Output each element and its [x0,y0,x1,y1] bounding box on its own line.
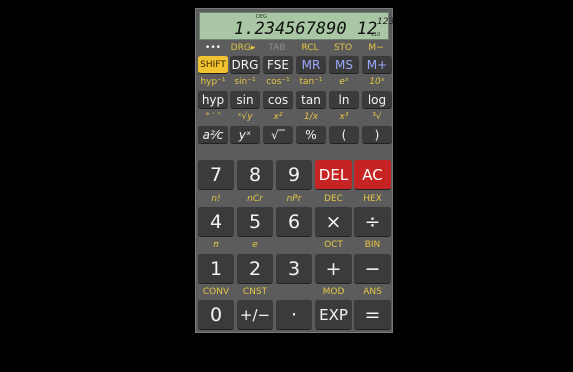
digit-1-button[interactable]: 1 [198,253,234,284]
digit-6-button[interactable]: 6 [276,206,312,237]
cos-button[interactable]: cos [263,90,293,109]
hyp-button[interactable]: hyp [198,90,228,109]
calculator: DEG 1.234567890 12 123 x10 ••• DRG▸ TAB … [195,8,394,333]
sqrt-button[interactable]: √‾ [263,125,293,144]
label-x-cubed: x³ [339,112,349,122]
label-dms: ° ′ ″ [205,112,221,122]
fse-button[interactable]: FSE [263,55,293,74]
label-bin: BIN [364,240,381,250]
label-cube-root: ³√ [372,112,382,122]
minus-button[interactable]: − [354,253,391,284]
percent-button[interactable]: % [296,125,326,144]
divide-button[interactable]: ÷ [354,206,391,237]
label-ten-pow: 10ˣ [369,77,385,87]
lcd-display: DEG 1.234567890 12 123 x10 [199,12,394,40]
label-ncr: nCr [247,194,263,204]
digit-2-button[interactable]: 2 [237,253,273,284]
label-ans: ANS [363,287,382,297]
label-atan: tan⁻¹ [299,77,323,87]
power-button[interactable]: yˣ [230,125,260,144]
label-xroot: ˣ√y [237,112,253,122]
label-x-squared: x² [273,112,283,122]
label-mod: MOD [322,287,345,297]
label-hex: HEX [363,194,382,204]
label-pi: π [213,240,219,250]
label-reciprocal: 1/x [303,112,319,122]
del-button[interactable]: DEL [315,159,352,190]
display-exponent: 123 [377,17,395,27]
close-paren-button[interactable]: ) [362,125,392,144]
label-oct: OCT [324,240,343,250]
label-asin: sin⁻¹ [234,77,256,87]
label-npr: nPr [286,194,302,204]
label-hyp-inv: hyp⁻¹ [200,77,226,87]
exponent-prefix: x10 [371,32,381,38]
digit-7-button[interactable]: 7 [198,159,234,190]
label-e-const: e [252,240,258,250]
exp-button[interactable]: EXP [315,299,352,330]
plus-button[interactable]: + [315,253,352,284]
digit-0-button[interactable]: 0 [198,299,234,330]
label-sto: STO [333,43,353,53]
sin-button[interactable]: sin [230,90,260,109]
sign-toggle-button[interactable]: +∕− [237,299,273,330]
label-tab: TAB [268,43,286,53]
label-exp-e: eˣ [339,77,349,87]
digit-8-button[interactable]: 8 [237,159,273,190]
menu-dots-icon[interactable]: ••• [202,44,224,53]
ac-button[interactable]: AC [354,159,391,190]
digit-9-button[interactable]: 9 [276,159,312,190]
ms-button[interactable]: MS [329,55,359,74]
ln-button[interactable]: ln [329,90,359,109]
digit-3-button[interactable]: 3 [276,253,312,284]
label-rcl: RCL [301,43,319,53]
label-conv: CONV [202,287,230,297]
label-cnst: CNST [242,287,268,297]
label-drg-shift: DRG▸ [230,43,256,53]
digit-4-button[interactable]: 4 [198,206,234,237]
label-dec: DEC [324,194,343,204]
tan-button[interactable]: tan [296,90,326,109]
log-button[interactable]: log [362,90,392,109]
m-plus-button[interactable]: M+ [362,55,392,74]
open-paren-button[interactable]: ( [329,125,359,144]
equals-button[interactable]: = [354,299,391,330]
label-m-minus: M− [368,43,384,53]
shift-button[interactable]: SHIFT [198,55,228,74]
digit-5-button[interactable]: 5 [237,206,273,237]
label-factorial: n! [211,194,221,204]
decimal-point-button[interactable]: · [276,299,312,330]
display-value: 1.234567890 12 [234,19,378,39]
multiply-button[interactable]: × [315,206,352,237]
label-acos: cos⁻¹ [266,77,290,87]
mr-button[interactable]: MR [296,55,326,74]
fraction-button[interactable]: a²⁄c [198,125,228,144]
drg-button[interactable]: DRG [230,55,260,74]
